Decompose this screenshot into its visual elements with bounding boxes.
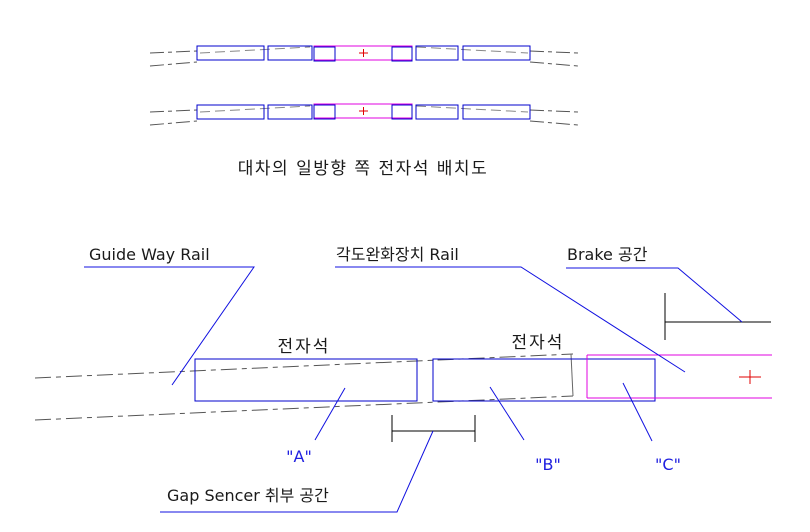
- gap-sensor-space-label: Gap Sencer 취부 공간: [167, 486, 329, 505]
- magnet-b-label: 전자석: [512, 333, 565, 353]
- guide-rail-dash-lower-right: [529, 120, 579, 126]
- tilted-magnet-edge: [570, 353, 574, 397]
- guide-rail-dash-inner-left: [199, 46, 311, 54]
- callout-a-leader: [314, 387, 346, 441]
- magnet-box: [462, 104, 531, 120]
- center-mark-icon: [739, 370, 761, 384]
- callout-c: "C": [655, 455, 681, 474]
- magnet-b: [432, 358, 656, 402]
- callout-b: "B": [535, 455, 561, 474]
- guide-rail-dash-inner-left: [199, 105, 311, 113]
- angle-relief-rail-leader: [335, 266, 686, 373]
- guide-way-rail-leader: [84, 266, 255, 386]
- brake-space-bracket: [664, 293, 771, 340]
- angle-relief-rail-label: 각도완화장치 Rail: [336, 245, 459, 264]
- guide-rail-dash-lower-left: [149, 61, 198, 67]
- magnet-a-label: 전자석: [278, 337, 331, 357]
- center-mark-icon: [359, 49, 368, 57]
- magnet-box: [391, 46, 413, 62]
- callout-c-leader: [622, 382, 653, 442]
- magnet-box: [313, 104, 336, 120]
- overview-diagram: 대차의 일방향 쪽 전자석 배치도: [149, 45, 579, 179]
- guide-rail-dash-inner-right: [415, 46, 529, 54]
- leader-lines: [84, 266, 743, 513]
- guide-rail-dash-upper-left: [149, 109, 198, 113]
- guide-way-rail-lower-dash: [34, 395, 574, 421]
- guide-rail-dash-upper-left: [149, 50, 198, 54]
- guide-rail-dash-upper-right: [529, 109, 579, 113]
- callout-b-leader: [489, 386, 525, 441]
- callout-a: "A": [286, 447, 312, 466]
- detail-labels: Guide Way Rail 각도완화장치 Rail Brake 공간 전자석 …: [89, 245, 681, 505]
- bogie-row-1: [149, 45, 579, 67]
- magnet-box: [313, 46, 336, 62]
- detail-diagram: [34, 266, 772, 513]
- guide-rail-dash-upper-right: [529, 50, 579, 54]
- magnet-box: [462, 45, 531, 61]
- guide-way-rail-label: Guide Way Rail: [89, 245, 210, 264]
- magnet-box: [391, 104, 413, 120]
- brake-space-label: Brake 공간: [567, 245, 648, 264]
- brake-space-leader: [566, 267, 743, 323]
- overview-caption: 대차의 일방향 쪽 전자석 배치도: [238, 159, 488, 179]
- center-mark-icon: [359, 107, 368, 115]
- guide-rail-dash-lower-left: [149, 120, 198, 126]
- guide-rail-dash-inner-right: [415, 105, 529, 113]
- guide-rail-dash-lower-right: [529, 61, 579, 67]
- gap-sensor-bracket: [391, 415, 476, 442]
- magnet-a: [194, 358, 418, 402]
- magnet-layout-drawing: 대차의 일방향 쪽 전자석 배치도 Guide Way Rail 각도완화장치 …: [34, 45, 772, 513]
- bogie-row-2: [149, 103, 579, 126]
- guide-way-rail-upper-dash: [34, 353, 574, 379]
